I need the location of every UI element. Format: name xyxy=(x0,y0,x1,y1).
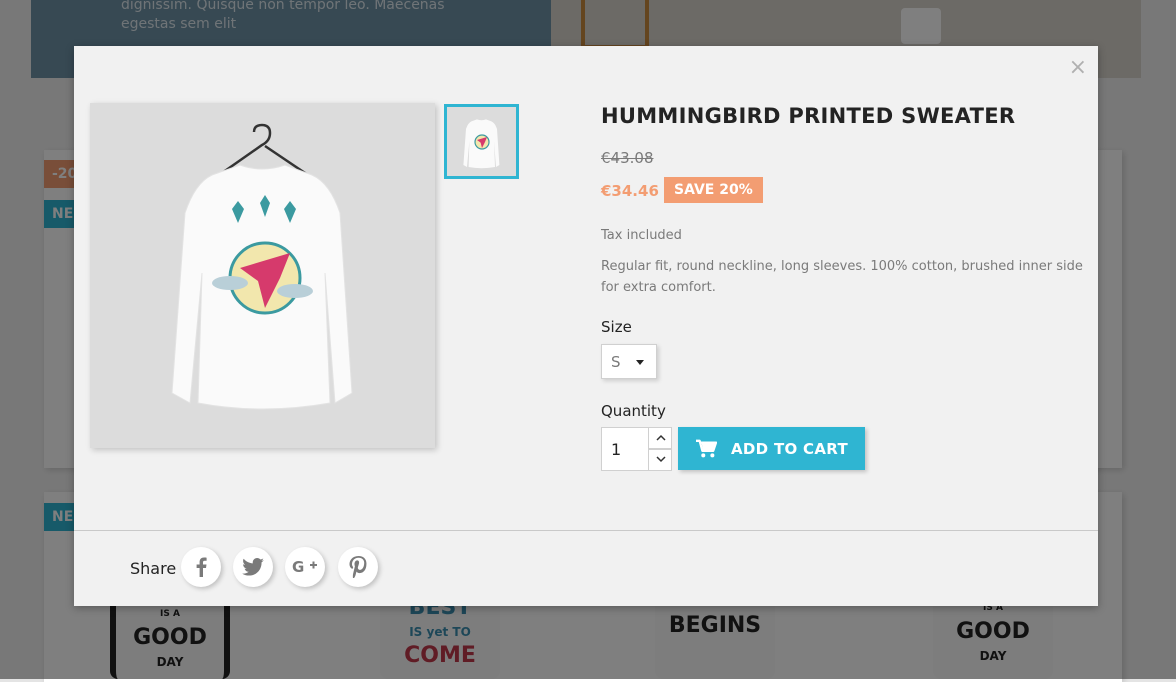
share-facebook-button[interactable] xyxy=(181,547,221,587)
twitter-icon xyxy=(242,558,264,576)
size-selected-value: S xyxy=(611,353,621,371)
discount-badge: SAVE 20% xyxy=(664,177,763,203)
share-pinterest-button[interactable] xyxy=(338,547,378,587)
share-google-plus-button[interactable]: G xyxy=(285,547,325,587)
quick-view-modal: × HUMMINGBIRD PRINTED SWEATER €43.08 €34… xyxy=(74,46,1098,606)
sweater-image xyxy=(90,103,435,448)
svg-text:G: G xyxy=(292,558,304,576)
facebook-icon xyxy=(196,557,207,577)
current-price: €34.46 xyxy=(601,182,659,200)
share-label: Share xyxy=(130,559,177,578)
chevron-up-icon xyxy=(656,434,666,441)
modal-footer-divider xyxy=(74,530,1098,531)
close-button[interactable]: × xyxy=(1069,56,1087,80)
google-plus-icon: G xyxy=(292,558,317,576)
quantity-label: Quantity xyxy=(601,402,666,420)
product-main-image xyxy=(90,103,435,448)
quantity-decrement-button[interactable] xyxy=(648,449,672,471)
product-description: Regular fit, round neckline, long sleeve… xyxy=(601,259,1083,295)
quantity-increment-button[interactable] xyxy=(648,427,672,449)
share-twitter-button[interactable] xyxy=(233,547,273,587)
caret-down-icon xyxy=(636,360,644,365)
shopping-cart-icon xyxy=(696,439,718,457)
add-to-cart-label: ADD TO CART xyxy=(731,439,848,458)
add-to-cart-button[interactable]: ADD TO CART xyxy=(678,427,865,470)
sweater-thumbnail-image xyxy=(447,107,516,176)
regular-price: €43.08 xyxy=(601,149,654,167)
product-title: HUMMINGBIRD PRINTED SWEATER xyxy=(601,104,1016,128)
pinterest-icon xyxy=(349,556,367,578)
product-thumbnail[interactable] xyxy=(444,104,519,179)
quantity-input[interactable]: 1 xyxy=(601,427,649,471)
tax-note: Tax included xyxy=(601,228,682,243)
size-select[interactable]: S xyxy=(601,344,657,379)
size-label: Size xyxy=(601,318,632,336)
chevron-down-icon xyxy=(656,456,666,463)
